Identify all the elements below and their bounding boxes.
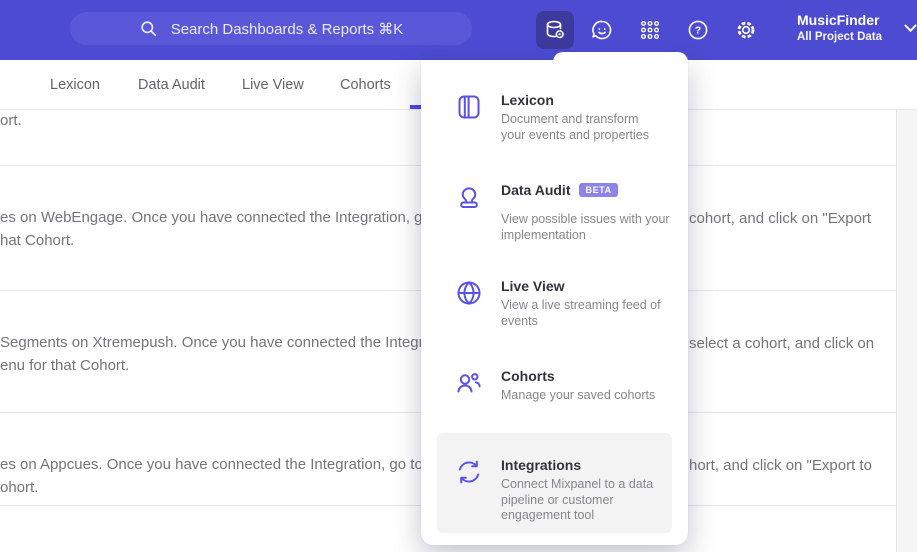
menu-item-description: View possible issues with your implement… bbox=[501, 212, 670, 242]
menu-item-data-audit[interactable]: Data Audit BETA View possible issues wit… bbox=[437, 181, 672, 243]
feedback-smiley-icon bbox=[592, 20, 612, 40]
app-window: Search Dashboards & Reports ⌘K ? MusicFi… bbox=[0, 0, 917, 552]
search-input[interactable]: Search Dashboards & Reports ⌘K bbox=[70, 12, 472, 45]
svg-text:?: ? bbox=[695, 25, 701, 37]
menu-item-title: Data Audit bbox=[501, 182, 571, 198]
menu-item-cohorts[interactable]: Cohorts Manage your saved cohorts bbox=[437, 367, 672, 404]
menu-item-integrations[interactable]: Integrations Connect Mixpanel to a data … bbox=[437, 433, 672, 533]
search-icon bbox=[141, 21, 156, 37]
data-management-button[interactable] bbox=[536, 11, 574, 49]
table-row-text: es on WebEngage. Once you have connected… bbox=[0, 209, 473, 226]
menu-item-description: Connect Mixpanel to a data pipeline or c… bbox=[501, 477, 654, 522]
settings-button[interactable] bbox=[733, 17, 759, 43]
tab-cohorts[interactable]: Cohorts bbox=[340, 60, 391, 110]
table-row-text: ort. bbox=[0, 112, 22, 129]
menu-item-description: Document and transform your events and p… bbox=[501, 112, 650, 142]
menu-item-description: Manage your saved cohorts bbox=[501, 388, 656, 402]
data-audit-stamp-icon bbox=[460, 187, 478, 208]
database-gear-icon bbox=[546, 20, 564, 39]
tab-data-audit[interactable]: Data Audit bbox=[138, 60, 205, 110]
table-row-text: enu for that Cohort. bbox=[0, 357, 130, 374]
help-icon: ? bbox=[688, 20, 708, 40]
grid-dots-icon bbox=[641, 21, 660, 40]
table-row-text: select a cohort, and click on bbox=[689, 335, 875, 352]
gear-icon bbox=[737, 21, 755, 39]
menu-item-lexicon[interactable]: Lexicon Document and transform your even… bbox=[437, 91, 672, 143]
menu-item-title: Cohorts bbox=[501, 368, 555, 384]
dropdown-anchor bbox=[553, 52, 688, 66]
app-header: Search Dashboards & Reports ⌘K ? MusicFi… bbox=[0, 0, 917, 60]
project-switcher[interactable]: MusicFinder All Project Data bbox=[797, 11, 917, 45]
menu-item-title: Integrations bbox=[501, 457, 582, 473]
table-row-text: ohort. bbox=[0, 479, 39, 496]
menu-item-live-view[interactable]: Live View View a live streaming feed of … bbox=[437, 277, 672, 329]
help-button[interactable]: ? bbox=[685, 17, 711, 43]
table-row-text: cohort, and click on "Export bbox=[689, 210, 872, 227]
chevron-down-icon bbox=[904, 24, 917, 32]
table-row-text: es on Appcues. Once you have connected t… bbox=[0, 456, 465, 473]
tab-lexicon[interactable]: Lexicon bbox=[50, 60, 100, 110]
project-scope: All Project Data bbox=[797, 31, 882, 43]
tab-live-view[interactable]: Live View bbox=[242, 60, 304, 110]
integrations-sync-icon bbox=[458, 460, 480, 484]
live-view-globe-icon bbox=[457, 281, 481, 305]
table-row-text: hat Cohort. bbox=[0, 232, 75, 249]
menu-item-title: Live View bbox=[501, 278, 565, 294]
table-row-text: hort, and click on "Export to bbox=[689, 457, 872, 474]
apps-grid-button[interactable] bbox=[637, 17, 663, 43]
data-management-dropdown: Lexicon Document and transform your even… bbox=[421, 60, 688, 545]
search-placeholder: Search Dashboards & Reports ⌘K bbox=[170, 20, 404, 38]
table-row-text: Segments on Xtremepush. Once you have co… bbox=[0, 334, 461, 351]
menu-item-description: View a live streaming feed of events bbox=[501, 298, 661, 328]
scroll-gutter bbox=[896, 110, 917, 552]
lexicon-book-icon bbox=[458, 95, 480, 119]
project-name: MusicFinder bbox=[797, 12, 880, 28]
menu-item-title: Lexicon bbox=[501, 92, 554, 108]
beta-badge: BETA bbox=[579, 183, 618, 197]
cohorts-users-icon bbox=[457, 373, 481, 393]
feedback-button[interactable] bbox=[589, 17, 615, 43]
